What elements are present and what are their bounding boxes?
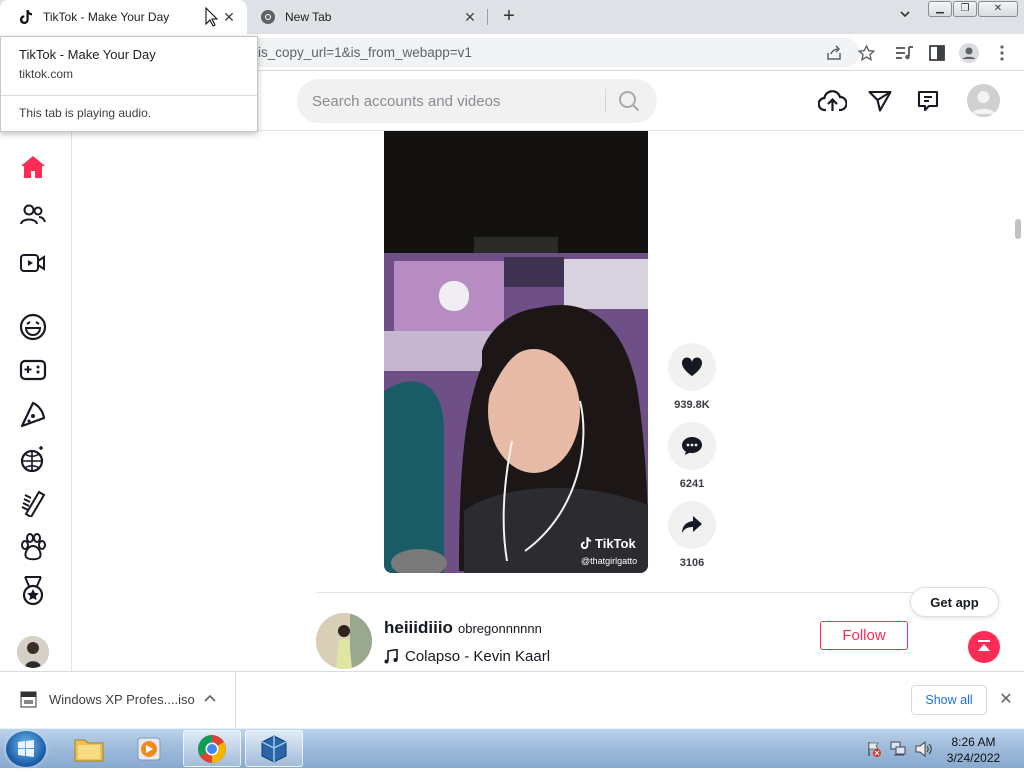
post-author-avatar[interactable] [316,613,372,669]
like-button[interactable] [668,343,716,391]
clock-date[interactable]: 3/24/2022 [946,751,1001,765]
inbox-icon[interactable] [913,87,943,115]
windows-taskbar: 8:26 AM 3/24/2022 [0,728,1024,768]
minimize-button[interactable]: ▁ [928,1,952,17]
share-icon[interactable] [824,43,844,63]
start-button[interactable] [6,731,46,767]
tab-separator [487,9,488,25]
tab-title: TikTok - Make Your Day [43,10,170,24]
taskbar-file-explorer[interactable] [60,730,118,767]
restore-button[interactable]: ❐ [953,1,977,17]
tab-close-icon[interactable]: ✕ [221,9,237,25]
volume-icon[interactable] [915,740,933,762]
tab-new-tab[interactable]: New Tab ✕ [250,0,488,34]
tiktok-logo-icon [580,537,592,550]
taskbar-chrome[interactable] [183,730,241,767]
video-feed: TikTok @thatgirlgatto 939.8K 6241 3106 h… [72,131,1012,671]
account-avatar[interactable] [17,636,49,668]
search-box [297,79,657,123]
messages-icon[interactable] [865,87,895,115]
share-button[interactable] [668,501,716,549]
sports-icon[interactable] [18,576,48,606]
tab-strip: TikTok - Make Your Day ✕ New Tab ✕ + ▁ ❐… [0,0,1024,34]
heart-icon [681,357,703,376]
post-username[interactable]: heiiidiiio [384,618,453,638]
chevron-up-icon[interactable] [204,692,216,707]
download-file-name: Windows XP Profes....iso [49,692,195,707]
scrollbar-thumb[interactable] [1015,219,1021,239]
tab-title: New Tab [285,10,332,24]
search-icon[interactable] [617,89,643,113]
animals-icon[interactable] [18,532,48,562]
star-icon[interactable] [856,43,876,63]
tab-hover-card: TikTok - Make Your Day tiktok.com This t… [0,36,258,132]
follow-button[interactable]: Follow [820,621,908,650]
clock-time[interactable]: 8:26 AM [951,735,996,749]
profile-icon[interactable] [959,43,979,63]
watermark-handle: @thatgirlgatto [581,556,638,566]
iso-file-icon [20,691,37,708]
gaming-icon[interactable] [18,356,48,386]
tiktok-sidebar [0,131,72,671]
tiktok-watermark: TikTok [580,536,636,551]
share-arrow-icon [682,516,702,533]
hover-card-divider [1,95,257,96]
get-app-button[interactable]: Get app [910,587,999,617]
show-all-downloads-button[interactable]: Show all [911,685,987,715]
hover-card-title: TikTok - Make Your Day [19,47,156,62]
tab-close-icon[interactable]: ✕ [462,9,478,25]
folder-icon [74,739,104,761]
arrow-up-icon [978,640,990,651]
music-note-icon [384,649,398,664]
action-center-flag-icon[interactable] [866,741,882,762]
network-icon[interactable] [890,741,907,762]
food-icon[interactable] [18,400,48,430]
following-icon[interactable] [18,200,48,230]
comment-icon [682,437,702,455]
windows-logo-icon [18,740,34,757]
upload-icon[interactable] [817,87,847,115]
taskbar-virtualbox[interactable] [245,730,303,767]
side-panel-icon[interactable] [927,43,947,63]
video-frame-image [384,131,648,573]
post-divider [316,592,956,593]
share-count: 3106 [679,557,705,569]
comment-button[interactable] [668,422,716,470]
user-avatar[interactable] [967,84,1000,117]
page-scrollbar[interactable] [1012,131,1024,671]
download-shelf: Windows XP Profes....iso Show all ✕ [0,671,1024,729]
mouse-cursor-icon [205,6,219,32]
post-nickname: obregonnnnnn [458,621,542,636]
comedy-icon[interactable] [18,312,48,342]
video-player[interactable]: TikTok @thatgirlgatto [384,131,648,573]
beauty-icon[interactable] [18,488,48,518]
music-title: Colapso - Kevin Kaarl [405,648,551,665]
taskbar-media-player[interactable] [120,730,178,767]
search-divider [605,89,606,113]
tiktok-favicon-icon [18,9,34,25]
close-shelf-icon[interactable]: ✕ [996,690,1016,710]
dance-icon[interactable] [18,444,48,474]
search-input[interactable] [312,79,602,123]
chrome-favicon-icon [260,9,276,25]
watermark-logo-text: TikTok [595,536,636,551]
like-count: 939.8K [674,399,710,411]
download-item[interactable]: Windows XP Profes....iso [0,672,236,729]
chrome-icon [198,734,226,763]
new-tab-button[interactable]: + [498,6,520,28]
back-to-top-button[interactable] [968,631,1000,663]
live-icon[interactable] [18,248,48,278]
media-player-icon [137,737,161,760]
hover-card-domain: tiktok.com [19,67,74,81]
virtualbox-icon [261,734,287,763]
hover-card-audio-status: This tab is playing audio. [19,106,152,120]
comment-count: 6241 [679,478,705,490]
post-music[interactable]: Colapso - Kevin Kaarl [384,648,550,665]
media-control-icon[interactable] [895,43,915,63]
home-icon[interactable] [18,152,48,182]
tab-search-chevron-icon[interactable] [896,8,914,26]
menu-icon[interactable] [992,43,1012,63]
window-close-button[interactable]: ✕ [978,1,1018,17]
